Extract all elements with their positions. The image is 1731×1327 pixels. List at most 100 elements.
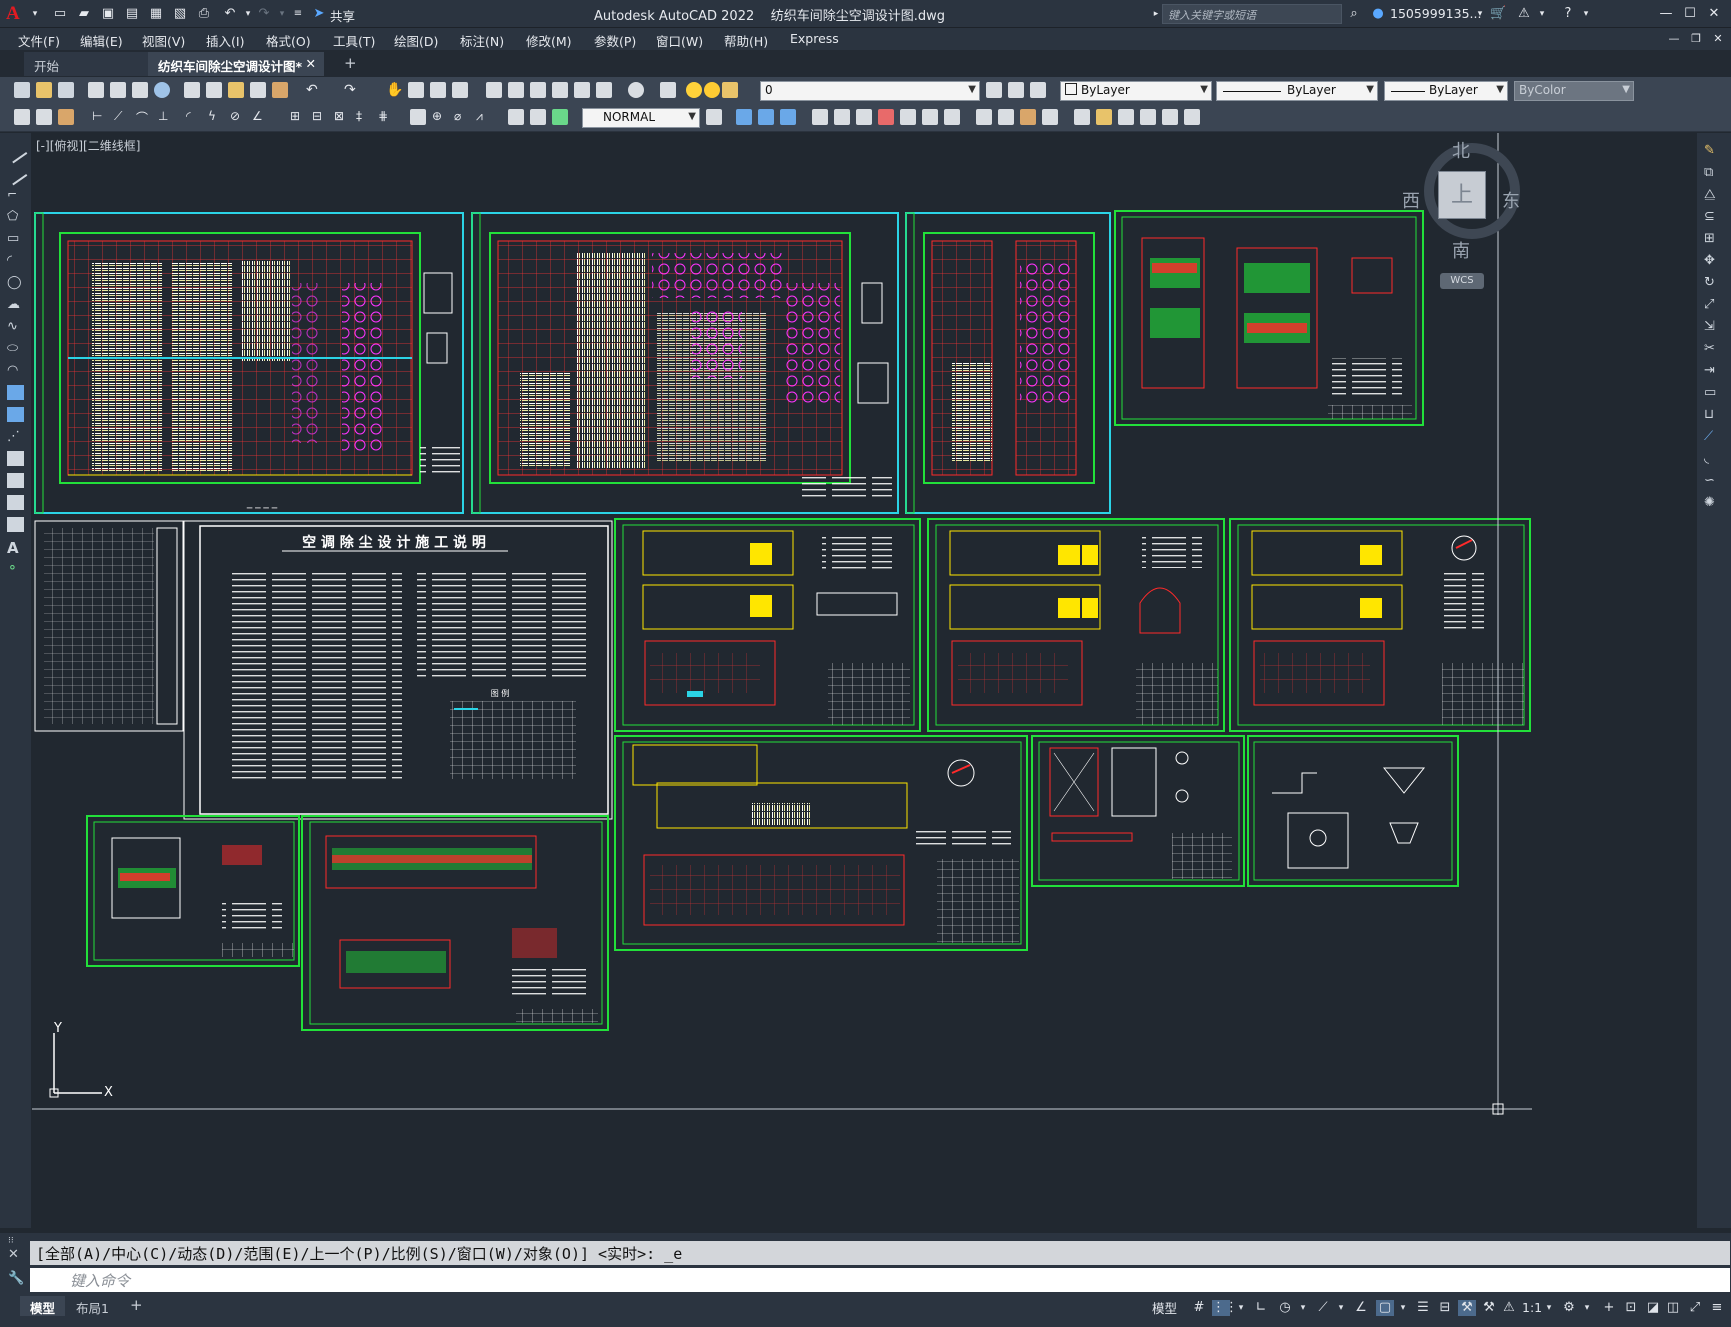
polar-dropdown-icon[interactable]: ▾ [1294, 1300, 1312, 1316]
color-dropdown[interactable]: ByLayer ▼ [1060, 81, 1212, 101]
revision-cloud-icon[interactable]: ☁ [7, 297, 24, 312]
array-icon[interactable] [944, 109, 960, 125]
pan-icon[interactable]: ✋ [386, 82, 403, 98]
compass-south-label[interactable]: 南 [1452, 237, 1470, 263]
redo-dropdown-icon[interactable]: ▾ [274, 6, 290, 22]
offset-icon[interactable] [976, 109, 992, 125]
scale-tool-icon[interactable]: ⤢ [1704, 297, 1721, 312]
ortho-icon[interactable]: ∟ [1252, 1300, 1270, 1316]
undo-dropdown-icon[interactable]: ▾ [240, 6, 256, 22]
quick-access-dropdown-icon[interactable]: ≡ [290, 6, 306, 22]
tool-palettes-icon[interactable] [530, 82, 546, 98]
menu-file[interactable]: 文件(F) [18, 31, 60, 50]
ellipse-arc-icon[interactable]: ◠ [7, 363, 24, 378]
qnew-icon[interactable] [14, 82, 30, 98]
hatch-icon[interactable] [7, 451, 24, 466]
snap-mode-icon[interactable]: ⋮⋮ [1212, 1300, 1238, 1316]
share-button[interactable]: 共享 [330, 6, 355, 25]
make-current-layer-icon[interactable] [986, 82, 1002, 98]
aligned-dimension-icon[interactable]: ⟋ [114, 109, 130, 125]
command-close-icon[interactable]: ✕ [8, 1247, 19, 1262]
blend-curves-icon[interactable]: ∽ [1704, 473, 1721, 488]
make-block-icon[interactable] [7, 407, 24, 422]
erase-tool-icon[interactable]: ✎ [1704, 143, 1721, 158]
object-snap-tracking-icon[interactable]: ∠ [1352, 1300, 1370, 1316]
explode-icon[interactable] [1074, 109, 1090, 125]
help-icon[interactable]: ? [1560, 6, 1576, 22]
customization-icon[interactable]: ≡ [1708, 1300, 1726, 1316]
undo-toolbar-icon[interactable]: ↶ [306, 82, 322, 98]
workspace-gear-icon[interactable]: ⚙ [1560, 1300, 1578, 1316]
join-icon[interactable] [1096, 109, 1112, 125]
layer-freeze-icon[interactable] [704, 82, 720, 98]
isometric-dropdown-icon[interactable]: ▾ [1332, 1300, 1350, 1316]
baseline-dimension-icon[interactable]: ⊟ [312, 109, 328, 125]
save-web-icon[interactable]: ▧ [172, 6, 188, 22]
scale-icon[interactable] [922, 109, 938, 125]
osnap-dropdown-icon[interactable]: ▾ [1394, 1300, 1412, 1316]
list-icon[interactable] [1184, 109, 1200, 125]
annotation-visibility-icon[interactable]: ⚒ [1458, 1300, 1476, 1316]
mirror-icon[interactable] [900, 109, 916, 125]
linear-dimension-icon[interactable]: ⊢ [92, 109, 108, 125]
menu-insert[interactable]: 插入(I) [206, 31, 244, 50]
zoom-realtime-icon[interactable] [408, 82, 424, 98]
construction-line-icon[interactable] [3, 161, 28, 186]
tab-active-drawing[interactable]: 纺织车间除尘空调设计图* ✕ [148, 52, 324, 76]
linetype-dropdown[interactable]: ByLayer ▼ [1216, 81, 1378, 101]
spline-icon[interactable]: ∿ [7, 319, 24, 334]
draworder-above-icon[interactable] [780, 109, 796, 125]
save-icon[interactable]: ▣ [100, 6, 116, 22]
match-properties-icon[interactable] [250, 82, 266, 98]
layer-dropdown[interactable]: 0 ▼ [760, 81, 980, 101]
menu-draw[interactable]: 绘图(D) [394, 31, 438, 50]
copy-object-icon[interactable] [834, 109, 850, 125]
tolerance-icon[interactable] [410, 109, 426, 125]
block-editor-icon[interactable] [272, 82, 288, 98]
point-icon[interactable]: ⋰ [7, 429, 24, 444]
break-icon[interactable] [1118, 109, 1134, 125]
join-tool-icon[interactable]: ⊔ [1704, 407, 1721, 422]
grid-icon[interactable]: # [1190, 1300, 1208, 1316]
menu-modify[interactable]: 修改(M) [526, 31, 572, 50]
extend-icon[interactable] [1020, 109, 1036, 125]
draworder-back-icon[interactable] [758, 109, 774, 125]
compass-west-label[interactable]: 西 [1402, 187, 1420, 213]
layout-tab-1[interactable]: 布局1 [66, 1296, 119, 1316]
annotation-scale-icon[interactable]: ⚠ [1500, 1300, 1518, 1316]
fillet-tool-icon[interactable]: ◟ [1704, 451, 1721, 466]
close-icon[interactable]: ✕ [1706, 6, 1722, 22]
isolate-objects-icon[interactable]: ◫ [1664, 1300, 1682, 1316]
menu-parametric[interactable]: 参数(P) [594, 31, 636, 50]
explode-tool-icon[interactable]: ✺ [1704, 495, 1721, 510]
angular-dimension-icon[interactable]: ∠ [252, 109, 268, 125]
add-layout-button[interactable]: + [120, 1296, 153, 1316]
redo-icon[interactable]: ↷ [256, 6, 272, 22]
drawing-canvas[interactable]: ─ ─ ─ ─ 空 调 除 尘 设 计 施 工 说 明 图 例 [-][俯视][… [32, 133, 1697, 1228]
layer-previous-icon[interactable] [1008, 82, 1024, 98]
menu-tools[interactable]: 工具(T) [333, 31, 375, 50]
menu-window[interactable]: 窗口(W) [656, 31, 703, 50]
dimension-space-icon[interactable]: ‡ [356, 109, 372, 125]
command-grip-icon[interactable]: ⁝⁝ [8, 1236, 14, 1246]
isometric-icon[interactable]: ⟋ [1314, 1300, 1332, 1316]
new-tab-button[interactable]: + [334, 52, 367, 76]
fillet-icon[interactable] [1042, 109, 1058, 125]
array-tool-icon[interactable]: ⊞ [1704, 231, 1721, 246]
user-name[interactable]: 1505999135... [1390, 6, 1481, 21]
lineweight-dropdown[interactable]: ByLayer ▼ [1384, 81, 1508, 101]
circle-icon[interactable]: ◯ [7, 275, 24, 290]
paste-icon[interactable] [228, 82, 244, 98]
draworder-front-icon[interactable] [736, 109, 752, 125]
help-dropdown-icon[interactable]: ▾ [1578, 6, 1594, 22]
print-icon[interactable] [88, 82, 104, 98]
region-icon[interactable] [7, 495, 24, 510]
multileader-icon[interactable] [14, 109, 30, 125]
search-icon[interactable]: ⌕ [1346, 6, 1362, 22]
publish-icon[interactable] [132, 82, 148, 98]
viewport-controls[interactable]: [-][俯视][二维线框] [36, 137, 140, 154]
radius-dimension-icon[interactable]: ◜ [186, 109, 202, 125]
erase-icon[interactable] [1162, 109, 1178, 125]
redo-toolbar-icon[interactable]: ↷ [344, 82, 360, 98]
command-customize-icon[interactable]: 🔧 [8, 1271, 24, 1286]
